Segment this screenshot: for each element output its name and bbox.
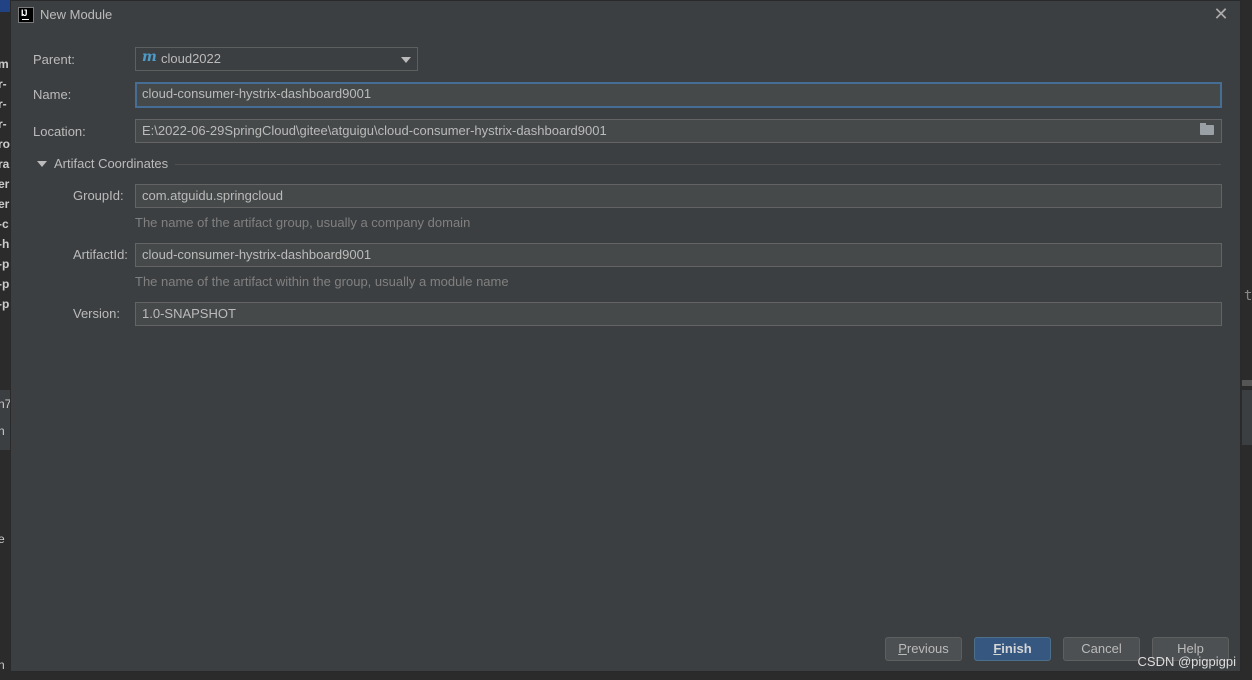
close-icon[interactable]: ✕ xyxy=(1212,6,1230,24)
background-text: m xyxy=(0,57,9,71)
background-selection-bar xyxy=(0,0,10,12)
groupid-hint: The name of the artifact group, usually … xyxy=(135,215,471,230)
background-text: n xyxy=(0,424,5,438)
artifactid-label: ArtifactId: xyxy=(73,247,128,262)
maven-icon: m xyxy=(142,49,157,65)
background-text: -c xyxy=(0,217,9,231)
name-label: Name: xyxy=(33,87,72,102)
folder-icon[interactable] xyxy=(1200,123,1214,135)
artifactid-input[interactable]: cloud-consumer-hystrix-dashboard9001 xyxy=(135,243,1222,267)
intellij-icon: IJ xyxy=(18,7,34,23)
previous-mnemonic: P xyxy=(898,641,907,656)
background-text: t xyxy=(1244,288,1252,304)
groupid-input[interactable]: com.atguidu.springcloud xyxy=(135,184,1222,208)
background-text: -p xyxy=(0,257,10,271)
csdn-watermark: CSDN @pigpigpi xyxy=(1137,654,1236,669)
name-input[interactable]: cloud-consumer-hystrix-dashboard9001 xyxy=(135,82,1222,108)
version-label: Version: xyxy=(73,306,120,321)
previous-button[interactable]: Previous xyxy=(885,637,962,661)
background-panel xyxy=(1242,390,1252,445)
location-input[interactable]: E:\2022-06-29SpringCloud\gitee\atguigu\c… xyxy=(135,119,1222,143)
background-text: ro xyxy=(0,137,10,151)
parent-dropdown[interactable]: m cloud2022 xyxy=(135,47,418,71)
version-input[interactable]: 1.0-SNAPSHOT xyxy=(135,302,1222,326)
artifactid-hint: The name of the artifact within the grou… xyxy=(135,274,509,289)
intellij-icon-text: IJ xyxy=(21,8,27,18)
finish-button[interactable]: Finish xyxy=(974,637,1051,661)
background-text: -h xyxy=(0,237,10,251)
background-ide-right: t xyxy=(1242,0,1252,680)
background-ide-left: m r- r- r- ro ra er er -c -h -p -p -p n7… xyxy=(0,0,10,680)
dialog-titlebar: IJ New Module ✕ xyxy=(11,1,1240,31)
parent-value: cloud2022 xyxy=(161,51,221,66)
parent-label: Parent: xyxy=(33,52,75,67)
background-divider xyxy=(1242,380,1252,386)
expand-triangle-icon[interactable] xyxy=(37,161,47,167)
background-text: r- xyxy=(0,117,7,131)
previous-label: revious xyxy=(906,641,949,656)
background-text: -p xyxy=(0,277,10,291)
location-label: Location: xyxy=(33,124,86,139)
dialog-title: New Module xyxy=(40,7,113,22)
cancel-button[interactable]: Cancel xyxy=(1063,637,1140,661)
background-text: r- xyxy=(0,77,7,91)
new-module-dialog: IJ New Module ✕ Parent: m cloud2022 Name… xyxy=(10,0,1241,672)
background-text: n7 xyxy=(0,397,10,411)
background-text: er xyxy=(0,197,10,211)
finish-label: inish xyxy=(1001,641,1032,656)
background-text: n xyxy=(0,658,5,672)
groupid-label: GroupId: xyxy=(73,188,124,203)
chevron-down-icon[interactable] xyxy=(401,57,411,63)
location-value: E:\2022-06-29SpringCloud\gitee\atguigu\c… xyxy=(142,123,607,138)
background-text: r- xyxy=(0,97,7,111)
section-separator xyxy=(175,164,1221,165)
background-text: ra xyxy=(0,157,10,171)
background-text: -p xyxy=(0,297,10,311)
background-text: er xyxy=(0,177,10,191)
background-text: e xyxy=(0,532,5,546)
artifact-coordinates-label: Artifact Coordinates xyxy=(54,156,169,171)
